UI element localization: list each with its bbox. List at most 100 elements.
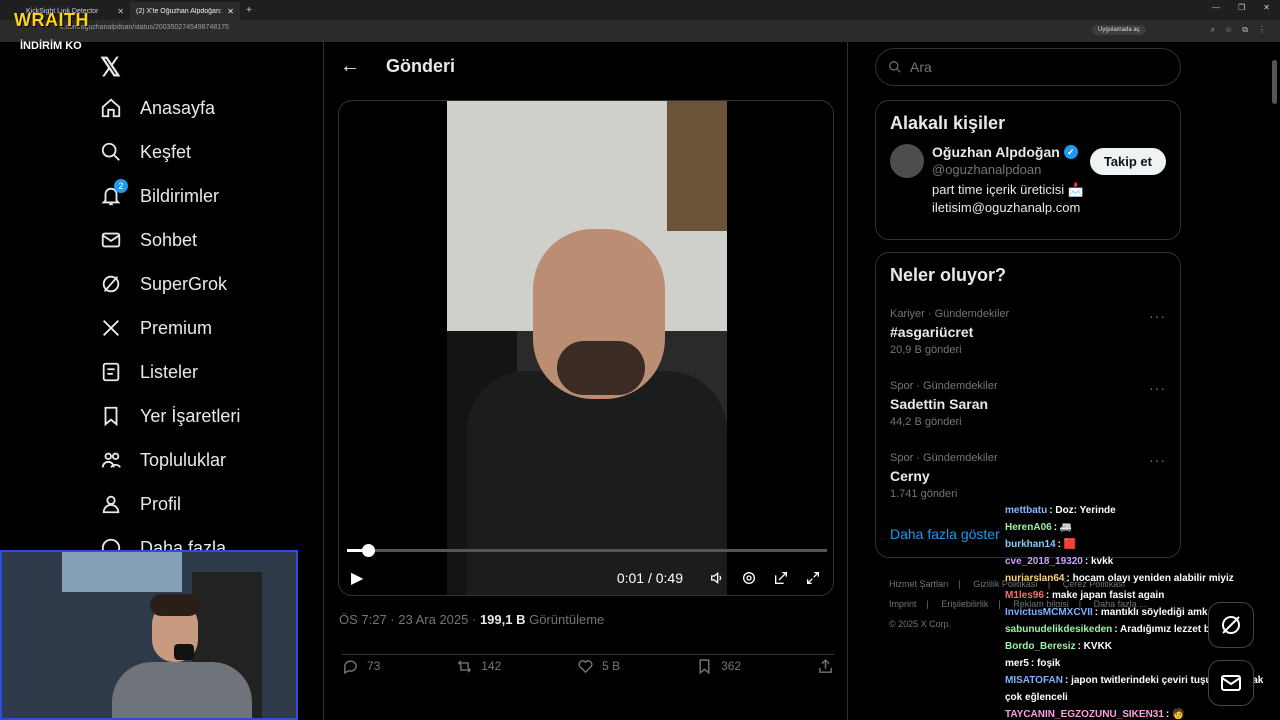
nav-item-lists[interactable]: Listeler xyxy=(98,350,318,394)
grok-icon xyxy=(1222,616,1240,634)
nav-item-chat[interactable]: Sohbet xyxy=(98,218,318,262)
chat-username: nuriarslan64 xyxy=(1005,573,1065,584)
nav-label: Topluluklar xyxy=(140,449,227,470)
nav-label: Bildirimler xyxy=(140,185,220,206)
nav-item-supergrok[interactable]: SuperGrok xyxy=(98,262,318,306)
trend-item[interactable]: Kariyer · Gündemdekiler #asgariücret 20,… xyxy=(876,300,1180,372)
video-scene-person xyxy=(467,371,727,595)
trend-item[interactable]: Spor · Gündemdekiler Sadettin Saran 44,2… xyxy=(876,372,1180,444)
footer-link[interactable]: Hizmet Şartları xyxy=(889,579,949,589)
mail-icon xyxy=(98,227,124,253)
bell-icon: 2 xyxy=(98,179,128,209)
post-actions: 73 142 5 B 362 xyxy=(342,654,834,677)
browser-tab-2[interactable]: (2) X'te Oğuzhan Alpdoğan: "A ✕ xyxy=(130,2,240,20)
chat-username: mer5 xyxy=(1005,658,1029,669)
volume-icon[interactable] xyxy=(707,568,727,588)
nav-label: Premium xyxy=(140,317,213,338)
search-input[interactable] xyxy=(910,59,1160,75)
video-progress-bar[interactable] xyxy=(347,549,827,552)
chat-username: sabunudelikdesikeden xyxy=(1005,624,1113,635)
nav-item-explore[interactable]: Keşfet xyxy=(98,130,318,174)
reply-icon xyxy=(344,659,357,674)
like-button[interactable]: 5 B xyxy=(577,655,620,677)
nav-label: Anasayfa xyxy=(140,97,216,118)
share-icon xyxy=(819,658,832,673)
webcam-streamer-body xyxy=(112,662,252,718)
page-title: Gönderi xyxy=(386,55,456,76)
reply-count: 73 xyxy=(367,659,381,673)
verified-badge-icon: ✓ xyxy=(1063,145,1078,159)
video-player[interactable]: ▶ 0:01 / 0:49 xyxy=(338,100,834,596)
more-options-icon[interactable]: ··· xyxy=(1149,380,1166,396)
x-logo-icon[interactable]: 𝕏 xyxy=(100,52,318,86)
nav-item-communities[interactable]: Topluluklar xyxy=(98,438,318,482)
stream-logo: WRAITH xyxy=(14,10,89,30)
menu-icon[interactable]: ⋮ xyxy=(1258,25,1266,35)
related-person[interactable]: Oğuzhan Alpdoğan ✓ @oguzhanalpdoan part … xyxy=(876,134,1180,227)
people-icon xyxy=(98,447,124,473)
chat-username: TAYCANIN_EGZOZUNU_SIKEN31 xyxy=(1005,709,1164,720)
chat-text: : hocam olayı yeniden alabilir miyiz xyxy=(1066,573,1234,584)
footer-link[interactable]: Imprint xyxy=(889,599,917,609)
trend-count: 1.741 gönderi xyxy=(890,488,958,500)
page-scrollbar[interactable] xyxy=(1272,60,1277,104)
nav-label: Yer İşaretleri xyxy=(140,405,241,426)
webcam-streamer-hair xyxy=(150,594,200,616)
person-name[interactable]: Oğuzhan Alpdoğan xyxy=(932,144,1060,160)
grok-icon xyxy=(98,271,124,297)
chat-username: HerenA06 xyxy=(1005,522,1052,533)
nav-item-bookmarks[interactable]: Yer İşaretleri xyxy=(98,394,318,438)
browser-tabbar: KickSight Link Detector ✕ (2) X'te Oğuzh… xyxy=(0,0,1280,20)
extensions-icon[interactable]: ⧉ xyxy=(1242,25,1248,35)
play-icon[interactable]: ▶ xyxy=(351,568,363,588)
close-window-icon[interactable]: ✕ xyxy=(1263,3,1270,12)
repost-button[interactable]: 142 xyxy=(456,655,501,677)
minimize-icon[interactable]: — xyxy=(1212,3,1220,12)
search-box[interactable] xyxy=(875,48,1181,86)
nav-label: Listeler xyxy=(140,361,199,382)
reply-button[interactable]: 73 xyxy=(342,655,380,677)
nav-item-premium[interactable]: Premium xyxy=(98,306,318,350)
bio-email: iletisim@oguzhanalp.com xyxy=(932,200,1081,215)
bookmark-button[interactable]: 362 xyxy=(696,655,741,677)
close-icon[interactable]: ✕ xyxy=(227,7,234,16)
grok-button[interactable] xyxy=(1208,602,1254,648)
close-icon[interactable]: ✕ xyxy=(117,7,124,16)
follow-button[interactable]: Takip et xyxy=(1089,148,1166,175)
person-handle: @oguzhanalpdoan xyxy=(932,162,1042,177)
chat-text: : KVKK xyxy=(1077,641,1113,652)
settings-gear-icon[interactable] xyxy=(739,568,759,588)
pip-icon[interactable] xyxy=(771,568,791,588)
back-arrow-icon[interactable]: ← xyxy=(340,55,360,78)
share-button[interactable] xyxy=(817,655,834,677)
video-frame[interactable] xyxy=(447,101,727,595)
new-tab-button[interactable]: + xyxy=(246,5,252,16)
video-seek-handle[interactable] xyxy=(362,544,376,557)
nav-label: SuperGrok xyxy=(140,273,228,294)
fullscreen-icon[interactable] xyxy=(803,568,823,588)
mail-icon xyxy=(1221,675,1241,691)
nav-item-profile[interactable]: Profil xyxy=(98,482,318,526)
more-options-icon[interactable]: ··· xyxy=(1149,452,1166,468)
open-in-app-button[interactable]: Uygulamada aç xyxy=(1092,25,1146,35)
post-timestamp[interactable]: ÖS 7:27 · 23 Ara 2025 · xyxy=(339,612,476,627)
nav-item-notifications[interactable]: 2 Bildirimler xyxy=(98,174,318,218)
zoom-icon[interactable]: ⌕ xyxy=(1211,25,1215,35)
chat-text: : make japan fasist again xyxy=(1045,590,1165,601)
stream-logo-sub: İNDİRİM KO xyxy=(20,40,82,52)
footer-link[interactable]: Erişilebilirlik xyxy=(941,599,988,609)
nav-label: Profil xyxy=(140,493,182,514)
bookmark-count: 362 xyxy=(721,659,742,673)
person-icon xyxy=(98,491,124,517)
x-icon xyxy=(98,315,124,341)
more-options-icon[interactable]: ··· xyxy=(1149,308,1166,324)
star-icon[interactable]: ☆ xyxy=(1225,25,1232,35)
maximize-icon[interactable]: ❐ xyxy=(1238,3,1245,12)
search-icon xyxy=(889,61,901,73)
nav-item-home[interactable]: Anasayfa xyxy=(98,86,318,130)
messages-button[interactable] xyxy=(1208,660,1254,706)
chat-username: burkhan14 xyxy=(1005,539,1056,550)
chat-message: TAYCANIN_EGZOZUNU_SIKEN31: 🧑 xyxy=(1005,706,1280,720)
avatar[interactable] xyxy=(890,144,924,178)
webcam-microphone xyxy=(174,644,194,660)
